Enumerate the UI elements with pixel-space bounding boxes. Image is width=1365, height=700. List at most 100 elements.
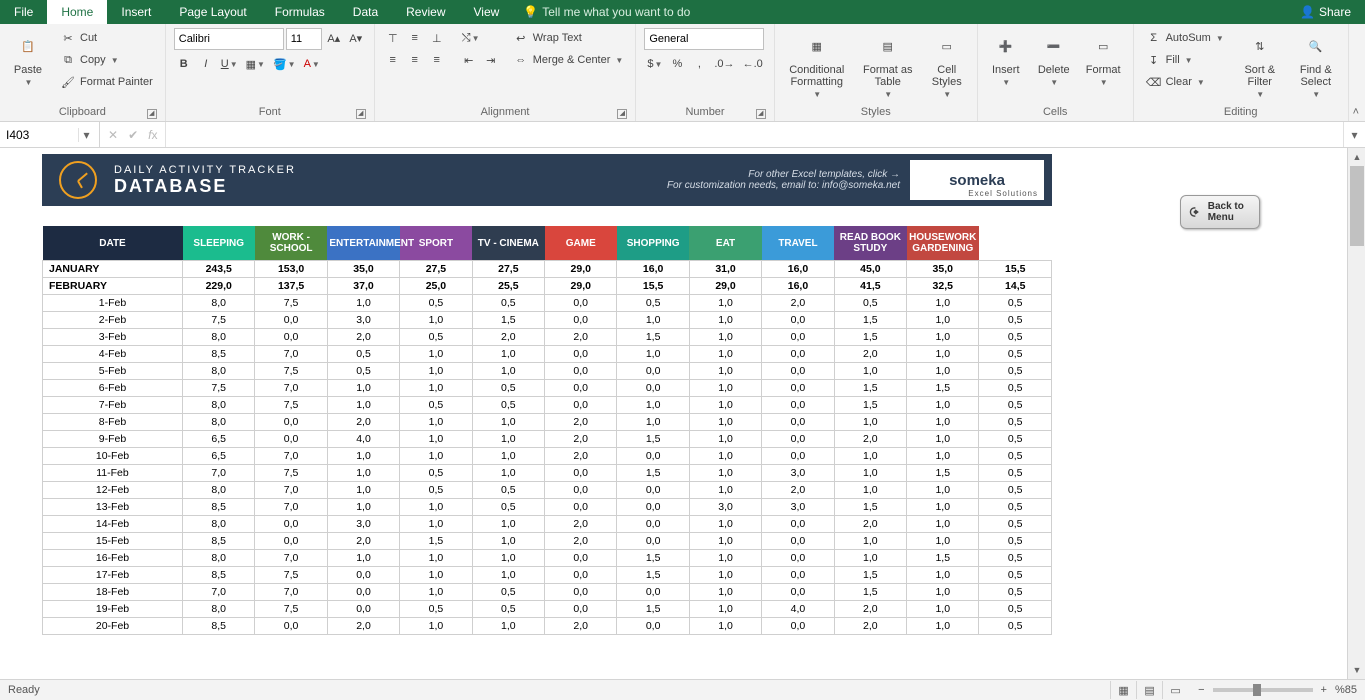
cell[interactable]: 0,5 bbox=[979, 363, 1052, 380]
cell[interactable]: 2,0 bbox=[545, 414, 617, 431]
cell[interactable]: 0,5 bbox=[400, 601, 472, 618]
cell[interactable]: 1,0 bbox=[907, 482, 979, 499]
table-row[interactable]: 1-Feb8,07,51,00,50,50,00,51,02,00,51,00,… bbox=[43, 295, 1052, 312]
table-row[interactable]: 6-Feb7,57,01,01,00,50,00,01,00,01,51,50,… bbox=[43, 380, 1052, 397]
cell[interactable]: 0,0 bbox=[327, 584, 399, 601]
date-cell[interactable]: 17-Feb bbox=[43, 567, 183, 584]
cell[interactable]: 1,0 bbox=[834, 363, 906, 380]
format-as-table-button[interactable]: ▤Format as Table▼ bbox=[859, 28, 917, 101]
cell[interactable]: 2,0 bbox=[762, 295, 834, 312]
cell[interactable]: 1,5 bbox=[834, 380, 906, 397]
cell[interactable]: 137,5 bbox=[255, 278, 327, 295]
cell[interactable]: 1,0 bbox=[400, 431, 472, 448]
cell[interactable]: 0,0 bbox=[545, 567, 617, 584]
cell[interactable]: 0,5 bbox=[400, 465, 472, 482]
scroll-up-button[interactable]: ▲ bbox=[1348, 148, 1365, 166]
cell[interactable]: 1,0 bbox=[472, 414, 544, 431]
cell[interactable]: 0,5 bbox=[979, 380, 1052, 397]
cell[interactable]: 0,0 bbox=[545, 363, 617, 380]
cell[interactable]: 1,0 bbox=[834, 414, 906, 431]
cell[interactable]: 1,0 bbox=[327, 465, 399, 482]
cell[interactable]: 0,0 bbox=[545, 482, 617, 499]
cell[interactable]: 0,0 bbox=[255, 431, 327, 448]
date-cell[interactable]: 19-Feb bbox=[43, 601, 183, 618]
cell[interactable]: 1,0 bbox=[834, 533, 906, 550]
cell[interactable]: 1,5 bbox=[617, 550, 689, 567]
page-break-view-button[interactable]: ▭ bbox=[1162, 681, 1188, 699]
align-top-button[interactable]: ⊤ bbox=[383, 28, 403, 48]
table-row[interactable]: 19-Feb8,07,50,00,50,50,01,51,04,02,01,00… bbox=[43, 601, 1052, 618]
cell[interactable]: 0,5 bbox=[979, 431, 1052, 448]
table-row[interactable]: 3-Feb8,00,02,00,52,02,01,51,00,01,51,00,… bbox=[43, 329, 1052, 346]
cell[interactable]: 4,0 bbox=[762, 601, 834, 618]
cell[interactable]: 7,0 bbox=[183, 584, 255, 601]
cell[interactable]: 7,0 bbox=[255, 346, 327, 363]
cell[interactable]: 1,0 bbox=[472, 363, 544, 380]
cell[interactable]: 0,5 bbox=[979, 448, 1052, 465]
align-left-button[interactable]: ≡ bbox=[383, 50, 403, 70]
cell[interactable]: 0,0 bbox=[762, 397, 834, 414]
cell[interactable]: 0,5 bbox=[979, 397, 1052, 414]
cell[interactable]: 1,0 bbox=[400, 363, 472, 380]
table-row[interactable]: 20-Feb8,50,02,01,01,02,00,01,00,02,01,00… bbox=[43, 618, 1052, 635]
cell[interactable]: 1,0 bbox=[689, 550, 761, 567]
cell[interactable]: 1,0 bbox=[400, 567, 472, 584]
cell[interactable]: 0,0 bbox=[762, 533, 834, 550]
tab-page-layout[interactable]: Page Layout bbox=[165, 0, 260, 24]
scroll-thumb[interactable] bbox=[1350, 166, 1364, 246]
font-size-select[interactable] bbox=[286, 28, 322, 50]
cell[interactable]: 1,0 bbox=[689, 414, 761, 431]
cell[interactable]: 1,5 bbox=[617, 329, 689, 346]
cell[interactable]: 1,0 bbox=[689, 431, 761, 448]
cell[interactable]: 0,0 bbox=[762, 618, 834, 635]
cell[interactable]: 45,0 bbox=[834, 261, 906, 278]
cell[interactable]: 3,0 bbox=[762, 499, 834, 516]
cell[interactable]: 2,0 bbox=[834, 516, 906, 533]
cell[interactable]: 2,0 bbox=[545, 618, 617, 635]
date-cell[interactable]: 13-Feb bbox=[43, 499, 183, 516]
cell[interactable]: 2,0 bbox=[545, 533, 617, 550]
cell[interactable]: 1,0 bbox=[400, 550, 472, 567]
cell[interactable]: 0,5 bbox=[617, 295, 689, 312]
cell[interactable]: 0,0 bbox=[255, 618, 327, 635]
cell[interactable]: 1,0 bbox=[689, 618, 761, 635]
cell[interactable]: 1,0 bbox=[472, 533, 544, 550]
zoom-slider[interactable] bbox=[1213, 688, 1313, 692]
cell[interactable]: 1,0 bbox=[907, 584, 979, 601]
cell[interactable]: 1,0 bbox=[907, 516, 979, 533]
cell[interactable]: 2,0 bbox=[834, 601, 906, 618]
table-row[interactable]: 18-Feb7,07,00,01,00,50,00,01,00,01,51,00… bbox=[43, 584, 1052, 601]
cell[interactable]: 7,0 bbox=[255, 448, 327, 465]
copy-button[interactable]: ⧉Copy▼ bbox=[56, 50, 157, 70]
cell[interactable]: 1,5 bbox=[834, 397, 906, 414]
cell[interactable]: 41,5 bbox=[834, 278, 906, 295]
cell[interactable]: 7,0 bbox=[255, 550, 327, 567]
clear-button[interactable]: ⌫Clear▼ bbox=[1142, 72, 1228, 92]
font-color-button[interactable]: A▼ bbox=[301, 54, 323, 74]
date-cell[interactable]: 14-Feb bbox=[43, 516, 183, 533]
cell[interactable]: 0,5 bbox=[834, 295, 906, 312]
merge-center-button[interactable]: ⇔Merge & Center▼ bbox=[509, 50, 628, 70]
date-cell[interactable]: 4-Feb bbox=[43, 346, 183, 363]
date-cell[interactable]: 18-Feb bbox=[43, 584, 183, 601]
cell[interactable]: 1,0 bbox=[689, 329, 761, 346]
cell[interactable]: 0,0 bbox=[762, 567, 834, 584]
cell[interactable]: 7,5 bbox=[183, 380, 255, 397]
table-row[interactable]: 11-Feb7,07,51,00,51,00,01,51,03,01,01,50… bbox=[43, 465, 1052, 482]
cell[interactable]: 0,0 bbox=[762, 312, 834, 329]
cell[interactable]: 8,0 bbox=[183, 295, 255, 312]
cell[interactable]: 0,0 bbox=[617, 448, 689, 465]
cell[interactable]: 1,0 bbox=[400, 312, 472, 329]
page-layout-view-button[interactable]: ▤ bbox=[1136, 681, 1162, 699]
banner-msg1[interactable]: For other Excel templates, click → bbox=[667, 169, 900, 180]
summary-row[interactable]: FEBRUARY229,0137,537,025,025,529,015,529… bbox=[43, 278, 1052, 295]
cell[interactable]: 1,0 bbox=[617, 346, 689, 363]
table-row[interactable]: 8-Feb8,00,02,01,01,02,01,01,00,01,01,00,… bbox=[43, 414, 1052, 431]
cell[interactable]: 1,0 bbox=[907, 295, 979, 312]
cell[interactable]: 0,0 bbox=[762, 363, 834, 380]
cell[interactable]: 8,5 bbox=[183, 567, 255, 584]
cell[interactable]: 8,5 bbox=[183, 533, 255, 550]
font-launcher[interactable]: ◢ bbox=[356, 109, 366, 119]
clipboard-launcher[interactable]: ◢ bbox=[147, 109, 157, 119]
cell[interactable]: 2,0 bbox=[472, 329, 544, 346]
